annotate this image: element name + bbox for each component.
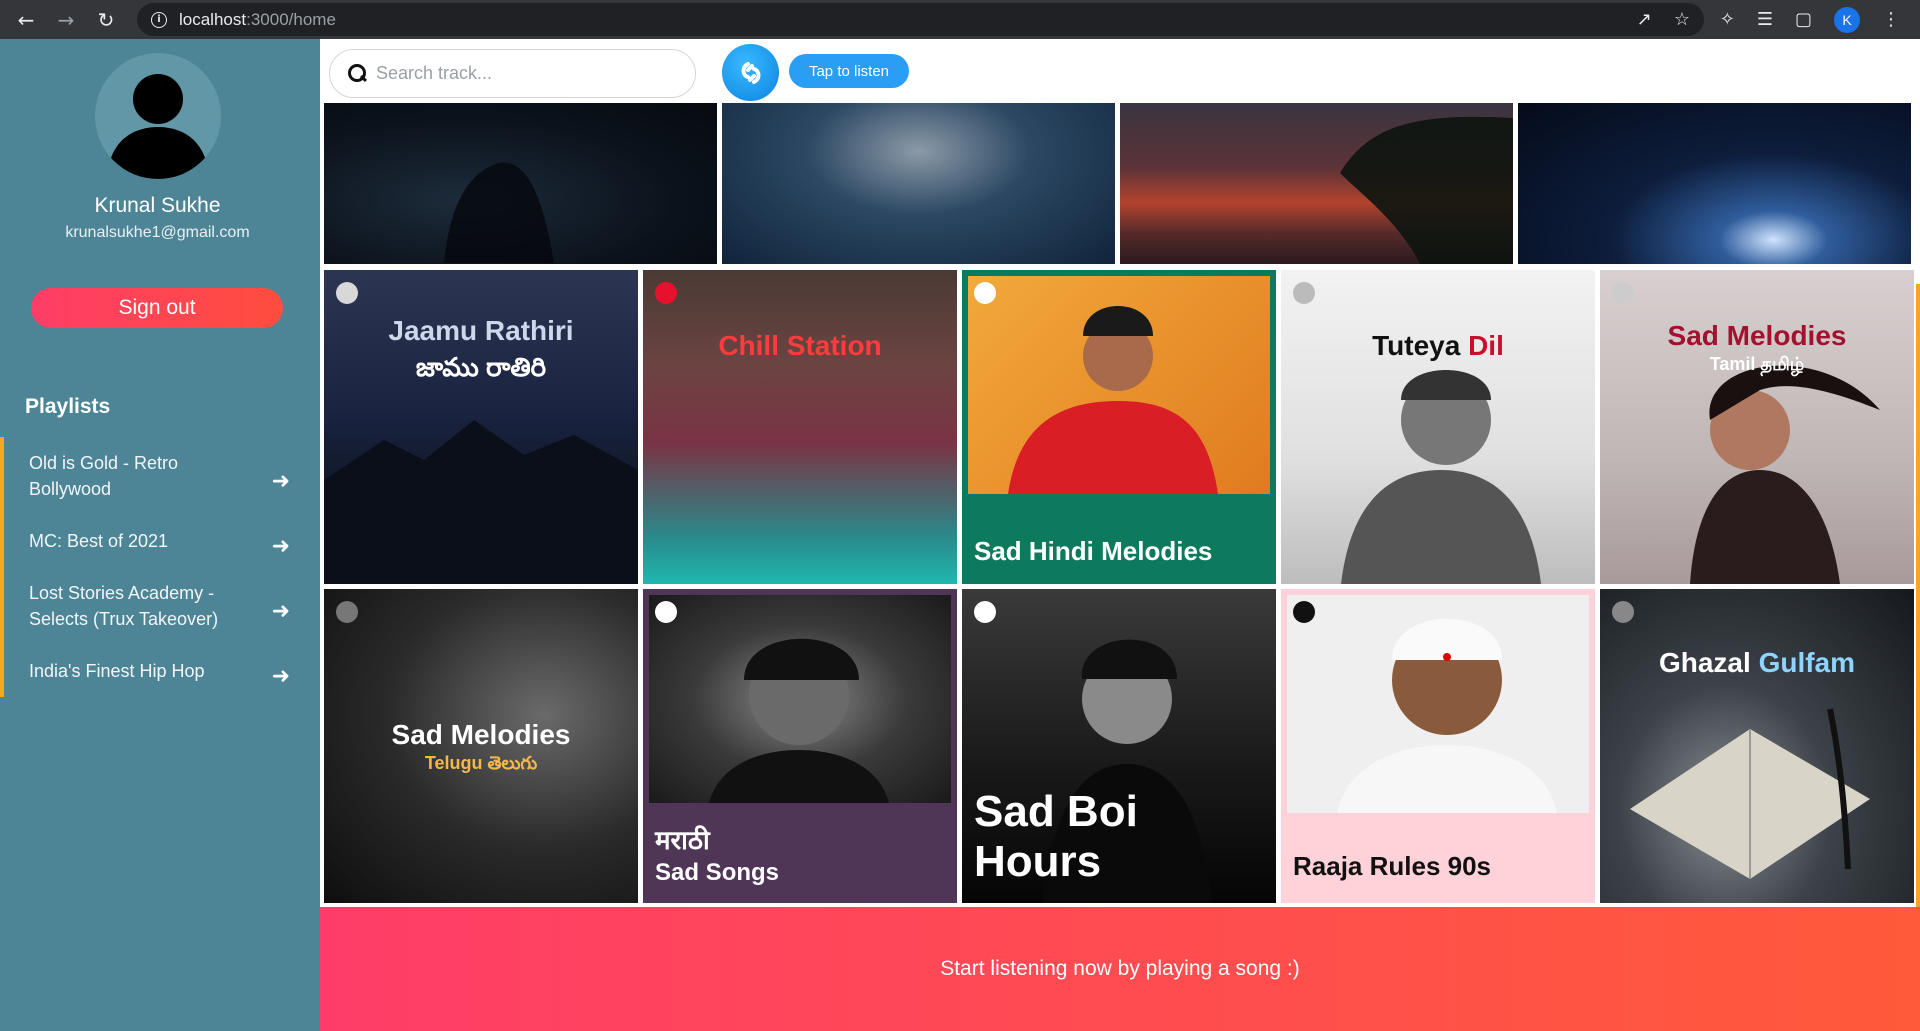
playlist-item[interactable]: India's Finest Hip Hop ➜ bbox=[4, 645, 320, 697]
card-title-part: Tuteya bbox=[1372, 330, 1461, 361]
playlist-item-label: Old is Gold - Retro Bollywood bbox=[29, 453, 179, 499]
playlist-item-label: Lost Stories Academy - Selects (Trux Tak… bbox=[29, 583, 219, 629]
card-title: मराठी bbox=[655, 825, 710, 855]
profile-avatar[interactable]: K bbox=[1834, 6, 1860, 33]
spotify-icon bbox=[1612, 282, 1634, 304]
arrow-right-icon: ➜ bbox=[271, 468, 290, 494]
spotify-icon bbox=[655, 282, 677, 304]
playlist-card[interactable]: Sad Hindi Melodies bbox=[962, 270, 1276, 584]
card-subtitle: Hours bbox=[974, 837, 1102, 886]
address-bar[interactable]: i localhost:3000/home ↗ ☆ bbox=[137, 3, 1704, 36]
card-title-part: Ghazal bbox=[1658, 647, 1751, 678]
side-panel-icon[interactable]: ▢ bbox=[1795, 9, 1812, 30]
banner-image[interactable] bbox=[722, 103, 1115, 264]
card-subtitle: Sad Songs bbox=[655, 859, 780, 886]
browser-toolbar: ← → ↻ i localhost:3000/home ↗ ☆ ✧ ☰ ▢ K … bbox=[0, 0, 1920, 39]
playlist-item-label: MC: Best of 2021 bbox=[29, 531, 169, 551]
media-control-icon[interactable]: ☰ bbox=[1757, 9, 1773, 30]
playlist-list: Old is Gold - Retro Bollywood ➜ MC: Best… bbox=[0, 437, 320, 697]
scrollbar[interactable] bbox=[1916, 284, 1920, 934]
playlist-card[interactable]: मराठी Sad Songs bbox=[643, 589, 957, 903]
card-title: Chill Station bbox=[718, 330, 882, 361]
spotify-icon bbox=[336, 601, 358, 623]
url-path: :3000/home bbox=[246, 9, 336, 29]
back-icon[interactable]: ← bbox=[6, 0, 46, 39]
bookmark-star-icon[interactable]: ☆ bbox=[1674, 9, 1690, 30]
card-title: Sad Melodies bbox=[391, 719, 571, 750]
url-host: localhost bbox=[179, 9, 247, 29]
playlist-card[interactable]: Ghazal Gulfam bbox=[1600, 589, 1914, 903]
card-title-part: Dil bbox=[1468, 330, 1504, 361]
playlist-card[interactable]: Sad Boi Hours bbox=[962, 589, 1276, 903]
spotify-icon bbox=[1293, 601, 1315, 623]
user-email: krunalsukhe1@gmail.com bbox=[65, 224, 250, 241]
more-menu-icon[interactable]: ⋮ bbox=[1882, 9, 1900, 30]
spotify-icon bbox=[655, 601, 677, 623]
card-artwork bbox=[649, 595, 951, 803]
extensions-puzzle-icon[interactable]: ✧ bbox=[1720, 9, 1735, 30]
search-input[interactable] bbox=[376, 63, 676, 84]
shazam-icon[interactable] bbox=[722, 44, 779, 101]
search-icon bbox=[348, 63, 368, 84]
playlist-card[interactable]: Sad Melodies Telugu తెలుగు bbox=[324, 589, 638, 903]
arrow-right-icon: ➜ bbox=[271, 598, 290, 624]
player-bar: Start listening now by playing a song :) bbox=[320, 907, 1920, 1031]
card-title: Raaja Rules 90s bbox=[1293, 851, 1492, 881]
playlist-card[interactable]: Tuteya Dil bbox=[1281, 270, 1595, 584]
card-artwork bbox=[968, 276, 1270, 494]
card-subtitle: Telugu తెలుగు bbox=[424, 753, 538, 773]
main-content: Tap to listen Jaamu Rathiri జాము రాతిరి … bbox=[320, 39, 1920, 1031]
user-name: Krunal Sukhe bbox=[94, 194, 221, 217]
arrow-right-icon: ➜ bbox=[271, 663, 290, 689]
playlist-item[interactable]: MC: Best of 2021 ➜ bbox=[4, 515, 320, 567]
card-artwork bbox=[1287, 595, 1589, 813]
reload-icon[interactable]: ↻ bbox=[86, 0, 126, 39]
site-info-icon[interactable]: i bbox=[151, 11, 167, 28]
playlist-item[interactable]: Old is Gold - Retro Bollywood ➜ bbox=[4, 437, 320, 515]
playlist-item[interactable]: Lost Stories Academy - Selects (Trux Tak… bbox=[4, 567, 320, 645]
playlist-card[interactable]: Raaja Rules 90s bbox=[1281, 589, 1595, 903]
share-icon[interactable]: ↗ bbox=[1637, 9, 1652, 30]
top-bar: Tap to listen bbox=[320, 39, 1920, 103]
banner-row bbox=[324, 103, 1911, 265]
card-title: Sad Boi bbox=[974, 787, 1138, 836]
playlist-card[interactable]: Chill Station bbox=[643, 270, 957, 584]
card-title: Tuteya Dil bbox=[1281, 330, 1595, 362]
spotify-icon bbox=[974, 282, 996, 304]
banner-image[interactable] bbox=[1518, 103, 1911, 264]
card-title-part: Gulfam bbox=[1758, 647, 1856, 678]
playlists-heading: Playlists bbox=[25, 395, 111, 418]
card-title: Ghazal Gulfam bbox=[1600, 647, 1914, 679]
arrow-right-icon: ➜ bbox=[271, 533, 290, 559]
player-message: Start listening now by playing a song :) bbox=[940, 957, 1300, 980]
card-subtitle: జాము రాతిరి bbox=[415, 352, 547, 382]
forward-icon[interactable]: → bbox=[46, 0, 86, 39]
card-subtitle: Tamil தமிழ் bbox=[1709, 354, 1805, 374]
card-title: Sad Hindi Melodies bbox=[974, 536, 1213, 566]
sidebar: Krunal Sukhe krunalsukhe1@gmail.com Sign… bbox=[0, 39, 320, 1031]
spotify-icon bbox=[1612, 601, 1634, 623]
playlist-card[interactable]: Jaamu Rathiri జాము రాతిరి bbox=[324, 270, 638, 584]
search-box[interactable] bbox=[329, 49, 696, 98]
banner-image[interactable] bbox=[1120, 103, 1513, 265]
card-title: Jaamu Rathiri bbox=[388, 315, 574, 346]
spotify-icon bbox=[974, 601, 996, 623]
tap-to-listen-button[interactable]: Tap to listen bbox=[789, 54, 909, 88]
user-avatar-icon bbox=[95, 53, 221, 179]
playlist-item-label: India's Finest Hip Hop bbox=[29, 661, 205, 681]
spotify-icon bbox=[336, 282, 358, 304]
sign-out-button[interactable]: Sign out bbox=[31, 288, 283, 328]
banner-image[interactable] bbox=[324, 103, 717, 264]
spotify-icon bbox=[1293, 282, 1315, 304]
playlist-card[interactable]: Sad Melodies Tamil தமிழ் bbox=[1600, 270, 1914, 584]
card-title: Sad Melodies bbox=[1667, 320, 1847, 351]
